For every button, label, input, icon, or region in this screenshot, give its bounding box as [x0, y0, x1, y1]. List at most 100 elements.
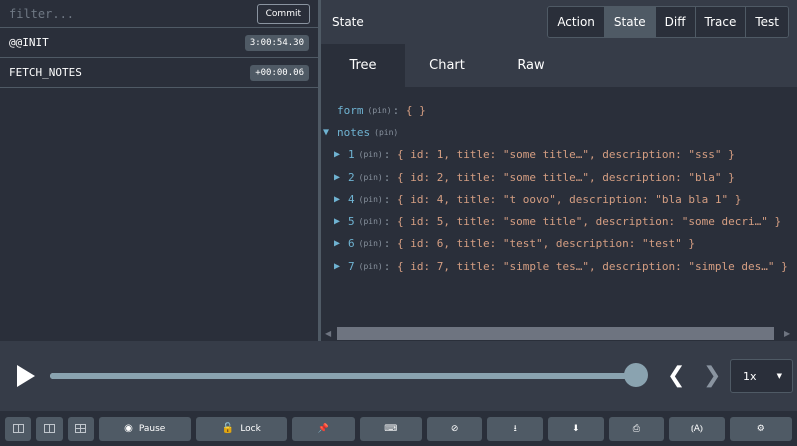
sync-disabled-icon: ⊘ [450, 423, 459, 434]
scroll-left-icon[interactable]: ◀ [325, 329, 331, 338]
pin-button[interactable]: (pin) [359, 239, 383, 248]
caret-down-icon[interactable]: ▼ [323, 127, 337, 138]
lock-label: Lock [240, 423, 261, 434]
caret-right-icon[interactable]: ▶ [334, 261, 348, 272]
tree-value: { id: 7, title: "simple tes…", descripti… [396, 259, 788, 273]
tab-diff[interactable]: Diff [655, 7, 696, 37]
pin-button[interactable]: (pin) [368, 106, 392, 115]
state-tree: form (pin) : { } ▼ notes (pin) ▶ 1 (pin)… [321, 87, 797, 325]
timeline-slider-handle[interactable] [624, 363, 648, 387]
caret-right-icon[interactable]: ▶ [334, 216, 348, 227]
layout-bottom-button[interactable] [67, 416, 94, 441]
sync-button[interactable]: ⊘ [426, 416, 483, 441]
tab-raw[interactable]: Raw [489, 44, 573, 87]
layout-left-button[interactable] [5, 416, 32, 441]
tree-node[interactable]: ▶ 6 (pin) : { id: 6, title: "test", desc… [321, 233, 797, 255]
caret-right-icon[interactable]: ▶ [334, 194, 348, 205]
layout-icon [12, 424, 24, 433]
horizontal-scrollbar[interactable]: ◀ ▶ [321, 325, 797, 341]
pin-button[interactable]: (pin) [359, 262, 383, 271]
print-button[interactable]: ⎙ [608, 416, 665, 441]
mode-tabs: Action State Diff Trace Test [547, 6, 789, 38]
tab-chart[interactable]: Chart [405, 44, 489, 87]
persist-button[interactable]: 📌 [292, 416, 355, 441]
layout-right-button[interactable] [36, 416, 63, 441]
tab-trace[interactable]: Trace [695, 7, 747, 37]
scroll-right-icon[interactable]: ▶ [784, 329, 790, 338]
pause-label: Pause [138, 423, 166, 434]
tree-value: { } [405, 103, 426, 117]
action-list-panel: Commit @@INIT 3:00:54.30 FETCH_NOTES +00… [0, 0, 318, 341]
filter-input[interactable] [9, 6, 257, 21]
inspector-title: State [332, 15, 364, 29]
layout-icon [43, 424, 55, 433]
tree-value: { id: 5, title: "some title", descriptio… [396, 215, 782, 229]
tree-key: 7 [348, 259, 355, 273]
tree-node[interactable]: ▶ 2 (pin) : { id: 2, title: "some title…… [321, 166, 797, 188]
remote-icon: ⦅A⦆ [690, 423, 703, 434]
tree-node-form[interactable]: form (pin) : { } [321, 99, 797, 121]
dispatcher-button[interactable]: ⌨ [359, 416, 422, 441]
speed-value: 1x [743, 369, 757, 383]
tab-action[interactable]: Action [548, 7, 605, 37]
speed-select[interactable]: 1x ▼ [730, 359, 793, 393]
record-icon: ◉ [124, 423, 133, 434]
timeline-progress [50, 373, 636, 379]
caret-right-icon[interactable]: ▶ [334, 172, 348, 183]
play-icon[interactable] [17, 365, 35, 387]
tree-node[interactable]: ▶ 5 (pin) : { id: 5, title: "some title"… [321, 210, 797, 232]
download-icon: ⬇ [572, 423, 580, 434]
chevron-left-icon[interactable]: ❮ [667, 363, 685, 388]
layout-icon [75, 424, 87, 433]
tree-value: { id: 2, title: "some title…", descripti… [396, 170, 735, 184]
tree-key: 2 [348, 170, 355, 184]
remote-button[interactable]: ⦅A⦆ [669, 416, 725, 441]
tree-value: { id: 1, title: "some title…", descripti… [396, 148, 735, 162]
caret-right-icon[interactable]: ▶ [334, 238, 348, 249]
import-button[interactable]: ⬇ [548, 416, 604, 441]
tree-key: form [337, 103, 364, 117]
timeline-slider[interactable] [50, 373, 636, 379]
inspector-header: State Action State Diff Trace Test [321, 0, 797, 44]
tree-node[interactable]: ▶ 1 (pin) : { id: 1, title: "some title…… [321, 144, 797, 166]
export-button[interactable]: ⭳ [487, 416, 543, 441]
pin-icon: 📌 [317, 423, 329, 434]
tab-tree[interactable]: Tree [321, 44, 405, 87]
chevron-right-icon[interactable]: ❯ [703, 363, 721, 388]
view-tabs: Tree Chart Raw [321, 44, 797, 87]
pause-button[interactable]: ◉ Pause [98, 416, 191, 441]
commit-button[interactable]: Commit [256, 3, 310, 24]
pin-button[interactable]: (pin) [359, 195, 383, 204]
time-travel-bar: ❮ ❯ 1x ▼ [0, 341, 797, 411]
tab-state[interactable]: State [604, 7, 656, 37]
action-name: @@INIT [9, 36, 49, 49]
upload-icon: ⭳ [513, 423, 517, 434]
scrollbar-thumb[interactable] [337, 327, 774, 340]
bottom-toolbar: ◉ Pause 🔓 Lock 📌 ⌨ ⊘ ⭳ ⬇ ⎙ ⦅A⦆ ⚙ [0, 411, 797, 446]
lock-icon: 🔓 [221, 423, 235, 434]
tree-key: 6 [348, 237, 355, 251]
tree-key: 1 [348, 148, 355, 162]
action-timestamp: +00:00.06 [250, 64, 309, 81]
tree-key: notes [337, 125, 371, 139]
keyboard-icon: ⌨ [384, 423, 398, 434]
inspector-panel: State Action State Diff Trace Test Tree … [321, 0, 797, 341]
tree-key: 4 [348, 192, 355, 206]
pin-button[interactable]: (pin) [359, 173, 383, 182]
pin-button[interactable]: (pin) [359, 150, 383, 159]
caret-right-icon[interactable]: ▶ [334, 149, 348, 160]
pin-button[interactable]: (pin) [374, 128, 398, 137]
print-icon: ⎙ [632, 423, 640, 434]
tree-node-notes[interactable]: ▼ notes (pin) [321, 121, 797, 143]
tab-test[interactable]: Test [746, 7, 788, 37]
caret-down-icon: ▼ [776, 372, 782, 380]
tree-value: { id: 6, title: "test", description: "te… [396, 237, 695, 251]
action-item[interactable]: FETCH_NOTES +00:00.06 [0, 58, 318, 88]
tree-node[interactable]: ▶ 4 (pin) : { id: 4, title: "t oovo", de… [321, 188, 797, 210]
pin-button[interactable]: (pin) [359, 217, 383, 226]
filter-bar: Commit [0, 0, 318, 28]
tree-node[interactable]: ▶ 7 (pin) : { id: 7, title: "simple tes…… [321, 255, 797, 277]
lock-button[interactable]: 🔓 Lock [195, 416, 288, 441]
action-item[interactable]: @@INIT 3:00:54.30 [0, 28, 318, 58]
settings-button[interactable]: ⚙ [729, 416, 793, 441]
